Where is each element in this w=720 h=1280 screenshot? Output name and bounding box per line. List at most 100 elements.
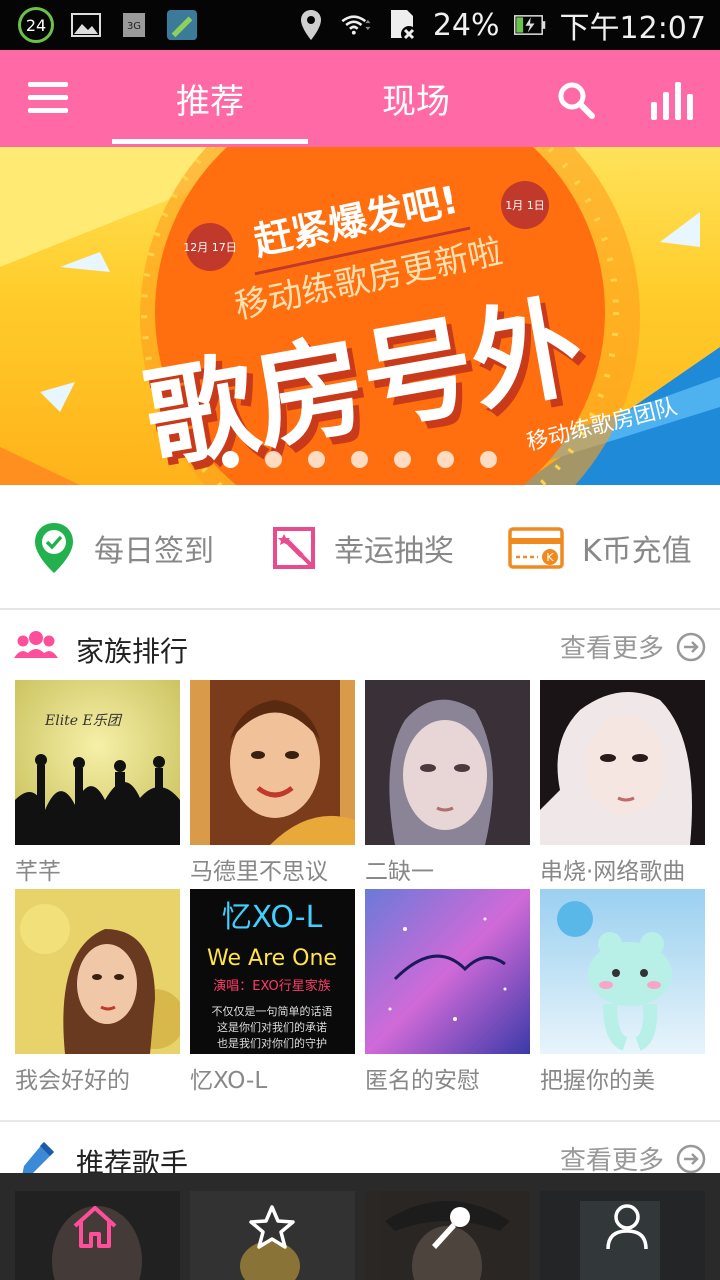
- microphone-pen-icon: [22, 1142, 54, 1176]
- family-name-1: 芊芊: [15, 859, 61, 885]
- quick-actions: 每日签到 幸运抽奖 K K币充值: [0, 485, 720, 610]
- app-icon: [166, 9, 198, 41]
- active-tab-indicator: [112, 139, 308, 144]
- family-name-6: 忆XO-L: [190, 1068, 268, 1094]
- banner-date-start: 12月 17日: [183, 241, 237, 254]
- daily-checkin-button[interactable]: 每日签到: [32, 485, 214, 610]
- family-thumb-5: [15, 889, 180, 1054]
- banner-date-end: 1月 1日: [505, 199, 545, 212]
- star-icon: [249, 1204, 295, 1249]
- family-ranking-more-link[interactable]: 查看更多: [560, 628, 706, 665]
- wifi-icon: [341, 10, 373, 40]
- more-label: 查看更多: [559, 1146, 664, 1176]
- notification-count-icon: 24: [18, 7, 54, 43]
- poster-title: 忆XO-L: [222, 900, 323, 935]
- nav-sing[interactable]: [360, 1173, 540, 1280]
- svg-text:K: K: [546, 551, 554, 564]
- more-label: 查看更多: [559, 634, 664, 664]
- tab-recommend[interactable]: 推荐: [112, 50, 308, 147]
- recharge-card-icon: K: [508, 526, 564, 569]
- family-name-3: 二缺一: [365, 859, 434, 885]
- search-icon: [558, 82, 595, 119]
- location-icon: [295, 10, 327, 40]
- tab-live-label: 现场: [382, 82, 450, 122]
- poster-line-2: 这是你们对我们的承诺: [217, 1020, 327, 1034]
- family-item-4[interactable]: 串烧·网络歌曲: [540, 680, 705, 885]
- banner-dot-7[interactable]: [480, 451, 497, 468]
- menu-icon: [28, 82, 68, 113]
- ranking-icon: [651, 82, 693, 120]
- checkin-pin-icon: [35, 522, 73, 573]
- bottom-navigation: [0, 1173, 720, 1280]
- notification-count: 24: [25, 15, 47, 35]
- app-header: 推荐 现场: [0, 50, 720, 147]
- family-item-5[interactable]: 我会好好的: [15, 889, 180, 1094]
- menu-button[interactable]: [28, 80, 68, 116]
- family-thumb-6: 忆XO-L We Are One 演唱：EXO行星家族 不仅仅是一句简单的话语 …: [190, 889, 355, 1054]
- family-thumb-2: [190, 680, 355, 845]
- family-thumb-4: [540, 680, 705, 845]
- arrow-right-circle-icon: [676, 632, 706, 661]
- banner-dot-2[interactable]: [265, 451, 282, 468]
- user-icon: [606, 1203, 648, 1249]
- status-left-icons: 24 3G: [18, 7, 198, 43]
- tab-live[interactable]: 现场: [318, 50, 514, 147]
- status-bar: 24 3G 24% 下午12:07: [0, 0, 720, 50]
- family-item-2[interactable]: 马德里不思议: [190, 680, 355, 885]
- family-thumb-1: Elite E乐团: [15, 680, 180, 845]
- family-name-2: 马德里不思议: [190, 859, 328, 885]
- banner-pagination: [222, 451, 497, 468]
- family-ranking-title: 家族排行: [76, 635, 189, 668]
- network-3g-icon: 3G: [118, 10, 150, 40]
- family-item-3[interactable]: 二缺一: [365, 680, 530, 885]
- arrow-right-circle-icon: [676, 1144, 706, 1173]
- family-thumb-8: [540, 889, 705, 1054]
- recharge-label: K币充值: [582, 533, 692, 569]
- family-ranking-header: 家族排行 查看更多: [0, 612, 720, 682]
- sd-card-icon: [387, 10, 419, 42]
- family-name-8: 把握你的美: [540, 1068, 655, 1094]
- status-right-icons: 24% 下午12:07: [295, 6, 706, 46]
- nav-favorites[interactable]: [182, 1173, 362, 1280]
- family-item-6[interactable]: 忆XO-L We Are One 演唱：EXO行星家族 不仅仅是一句简单的话语 …: [190, 889, 355, 1094]
- search-button[interactable]: [556, 80, 596, 120]
- recharge-button[interactable]: K K币充值: [508, 485, 692, 610]
- banner-artwork: 赶紧爆发吧! 移动练歌房更新啦 歌房号外 歌房号外 移动练歌房团队 12月 17…: [0, 147, 720, 485]
- daily-checkin-label: 每日签到: [94, 533, 214, 569]
- battery-icon: [513, 10, 546, 40]
- banner-dot-5[interactable]: [394, 451, 411, 468]
- banner-dot-4[interactable]: [351, 451, 368, 468]
- poster-credit: 演唱：EXO行星家族: [213, 978, 331, 994]
- poster-line-1: 不仅仅是一句简单的话语: [212, 1004, 333, 1018]
- family-name-5: 我会好好的: [15, 1068, 130, 1094]
- band-logo-text: Elite E乐团: [44, 713, 123, 729]
- ranking-button[interactable]: [650, 78, 694, 122]
- image-icon: [70, 10, 102, 40]
- section-divider: [0, 1120, 720, 1122]
- family-item-8[interactable]: 把握你的美: [540, 889, 705, 1094]
- lucky-draw-label: 幸运抽奖: [334, 533, 454, 569]
- nav-home[interactable]: [5, 1173, 185, 1280]
- nav-profile[interactable]: [537, 1173, 717, 1280]
- recommended-singers-more-link[interactable]: 查看更多: [560, 1140, 706, 1177]
- family-group-icon: [14, 631, 58, 658]
- banner-dot-6[interactable]: [437, 451, 454, 468]
- family-name-4: 串烧·网络歌曲: [540, 859, 686, 885]
- lucky-draw-button[interactable]: 幸运抽奖: [272, 485, 454, 610]
- clock: 下午12:07: [559, 11, 706, 46]
- poster-line-3: 也是我们对你们的守护: [217, 1036, 327, 1050]
- family-thumb-7: [365, 889, 530, 1054]
- poster-subtitle: We Are One: [207, 946, 337, 971]
- family-item-1[interactable]: Elite E乐团 芊芊: [15, 680, 180, 885]
- banner-dot-1[interactable]: [222, 451, 239, 468]
- promo-banner[interactable]: 赶紧爆发吧! 移动练歌房更新啦 歌房号外 歌房号外 移动练歌房团队 12月 17…: [0, 147, 720, 485]
- microphone-icon: [432, 1206, 470, 1249]
- network-label: 3G: [127, 21, 141, 32]
- family-thumb-3: [365, 680, 530, 845]
- lottery-icon: [273, 526, 315, 569]
- banner-dot-3[interactable]: [308, 451, 325, 468]
- family-item-7[interactable]: 匿名的安慰: [365, 889, 530, 1094]
- home-icon: [73, 1205, 117, 1248]
- family-name-7: 匿名的安慰: [365, 1068, 480, 1094]
- tab-recommend-label: 推荐: [176, 82, 244, 122]
